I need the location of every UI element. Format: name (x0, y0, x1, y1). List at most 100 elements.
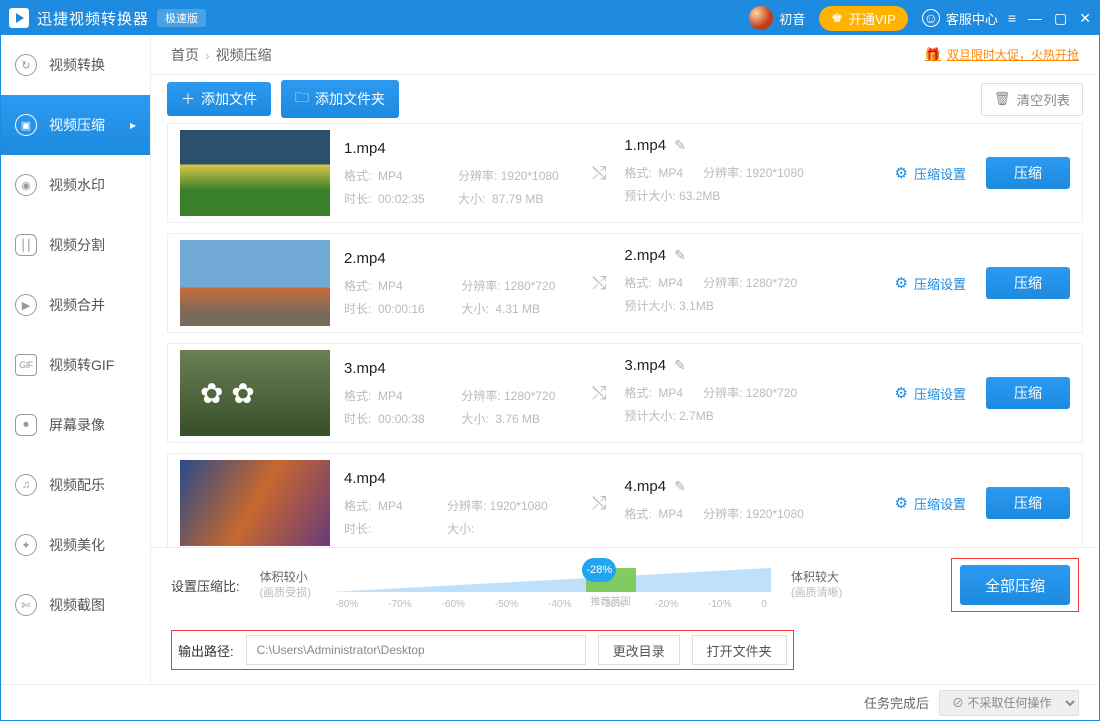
sidebar-item-2[interactable]: ◉视频水印 (1, 155, 150, 215)
ratio-label: 设置压缩比: (171, 576, 240, 595)
menu-icon[interactable]: ≡ (1008, 10, 1016, 27)
ratio-large-label: 体积较大(画质清晰) (791, 570, 842, 600)
sidebar-item-0[interactable]: ↻视频转换 (1, 35, 150, 95)
video-thumbnail[interactable] (180, 130, 330, 216)
sidebar-item-label: 视频合并 (49, 295, 105, 315)
app-logo-icon (9, 8, 29, 28)
clear-list-button[interactable]: 🗑 清空列表 (981, 83, 1083, 116)
video-thumbnail[interactable] (180, 240, 330, 326)
add-folder-button[interactable]: 🗀 添加文件夹 (281, 80, 399, 118)
plus-icon: ＋ (181, 89, 195, 109)
sidebar-item-7[interactable]: ♫视频配乐 (1, 455, 150, 515)
compress-button[interactable]: 压缩 (986, 487, 1070, 519)
sidebar-item-label: 视频转换 (49, 55, 105, 75)
sidebar-icon: ▣ (15, 114, 37, 136)
sidebar-icon: ▶ (15, 294, 37, 316)
support-button[interactable]: 客服中心 (922, 9, 998, 28)
sidebar-icon: GIF (15, 354, 37, 376)
titlebar: 迅捷视频转换器 极速版 初音 开通VIP 客服中心 ≡ — ▢ ✕ (1, 1, 1099, 35)
shuffle-icon[interactable]: ⤭ (592, 493, 606, 514)
trash-icon: 🗑 (994, 91, 1011, 107)
compress-button[interactable]: 压缩 (986, 157, 1070, 189)
sidebar-icon: ♫ (15, 474, 37, 496)
sidebar-item-label: 视频截图 (49, 595, 105, 615)
user-avatar[interactable] (749, 6, 773, 30)
compress-settings-link[interactable]: 压缩设置 (895, 384, 966, 403)
compress-all-button[interactable]: 全部压缩 (960, 565, 1070, 605)
crown-icon (831, 10, 843, 26)
shuffle-icon[interactable]: ⤭ (592, 383, 606, 404)
after-task-select[interactable]: ⊘ 不采取任何操作 (939, 690, 1079, 716)
gear-icon (895, 384, 908, 402)
sidebar-item-3[interactable]: ⎮⎮ 视频分割 (1, 215, 150, 275)
table-row: 1.mp4格式: MP4分辨率: 1920*1080时长: 00:02:35大小… (167, 123, 1083, 223)
chat-icon (922, 9, 940, 27)
open-folder-button[interactable]: 打开文件夹 (692, 635, 787, 665)
gear-icon (895, 274, 908, 292)
sidebar-icon: ◉ (15, 174, 37, 196)
sidebar-item-9[interactable]: ✄ 视频截图 (1, 575, 150, 635)
output-file-name: 3.mp4 (624, 357, 666, 374)
source-info: 1.mp4格式: MP4分辨率: 1920*1080时长: 00:02:35大小… (344, 140, 574, 207)
output-info: 4.mp4格式: MP4分辨率: 1920*1080 (624, 478, 844, 528)
compress-settings-link[interactable]: 压缩设置 (895, 274, 966, 293)
folder-icon: 🗀 (295, 87, 309, 111)
video-thumbnail[interactable] (180, 460, 330, 546)
slider-marker[interactable]: -28% (582, 558, 616, 582)
toolbar: ＋ 添加文件 🗀 添加文件夹 🗑 清空列表 (151, 75, 1099, 123)
edit-icon[interactable] (674, 478, 686, 495)
gear-icon (895, 494, 908, 512)
output-path-highlight: 输出路径: 更改目录 打开文件夹 (171, 630, 794, 670)
output-info: 1.mp4格式: MP4分辨率: 1920*1080预计大小: 63.2MB (624, 137, 844, 210)
after-task-label: 任务完成后 (864, 693, 929, 712)
sidebar: ↻视频转换▣视频压缩▸◉视频水印 ⎮⎮ 视频分割 ▶ 视频合并 GIF视频转GIF⏺屏幕录… (1, 35, 151, 684)
edit-icon[interactable] (674, 247, 686, 264)
compress-all-highlight: 全部压缩 (951, 558, 1079, 612)
vip-label: 开通VIP (849, 9, 896, 28)
output-path-label: 输出路径: (178, 641, 234, 660)
compress-settings-link[interactable]: 压缩设置 (895, 494, 966, 513)
maximize-icon[interactable]: ▢ (1054, 10, 1067, 27)
compress-button[interactable]: 压缩 (986, 267, 1070, 299)
vip-button[interactable]: 开通VIP (819, 6, 908, 31)
output-path-input[interactable] (246, 635, 586, 665)
file-name: 1.mp4 (344, 140, 574, 157)
file-name: 4.mp4 (344, 470, 574, 487)
minimize-icon[interactable]: — (1028, 10, 1042, 27)
breadcrumb-home[interactable]: 首页 (171, 45, 199, 65)
sidebar-icon: ✄ (15, 594, 37, 616)
compression-slider[interactable]: 推荐范围 -28% -80%-70%-60%-50%-40%-30%-20%-1… (331, 560, 771, 610)
app-title: 迅捷视频转换器 (37, 8, 149, 29)
sidebar-item-1[interactable]: ▣视频压缩▸ (1, 95, 150, 155)
edition-badge: 极速版 (157, 9, 206, 27)
user-name[interactable]: 初音 (779, 9, 805, 28)
promo-text: 双旦限时大促，火热开抢 (947, 46, 1079, 63)
file-name: 3.mp4 (344, 360, 574, 377)
compress-settings-link[interactable]: 压缩设置 (895, 164, 966, 183)
sidebar-item-label: 视频美化 (49, 535, 105, 555)
sidebar-item-8[interactable]: ✦视频美化 (1, 515, 150, 575)
chevron-right-icon: ▸ (130, 118, 136, 132)
shuffle-icon[interactable]: ⤭ (592, 273, 606, 294)
promo-link[interactable]: 双旦限时大促，火热开抢 (925, 46, 1079, 63)
shuffle-icon[interactable]: ⤭ (592, 163, 606, 184)
change-dir-button[interactable]: 更改目录 (598, 635, 680, 665)
source-info: 2.mp4格式: MP4分辨率: 1280*720时长: 00:00:16大小:… (344, 250, 574, 317)
output-info: 2.mp4格式: MP4分辨率: 1280*720预计大小: 3.1MB (624, 247, 844, 320)
add-file-button[interactable]: ＋ 添加文件 (167, 82, 271, 116)
compress-button[interactable]: 压缩 (986, 377, 1070, 409)
file-list: 1.mp4格式: MP4分辨率: 1920*1080时长: 00:02:35大小… (151, 123, 1099, 547)
sidebar-item-label: 屏幕录像 (49, 415, 105, 435)
edit-icon[interactable] (674, 357, 686, 374)
edit-icon[interactable] (674, 137, 686, 154)
output-file-name: 4.mp4 (624, 478, 666, 495)
support-label: 客服中心 (946, 9, 998, 28)
sidebar-item-label: 视频分割 (49, 235, 105, 255)
sidebar-item-5[interactable]: GIF视频转GIF (1, 335, 150, 395)
video-thumbnail[interactable] (180, 350, 330, 436)
chevron-right-icon: › (205, 47, 210, 63)
sidebar-item-4[interactable]: ▶ 视频合并 (1, 275, 150, 335)
close-icon[interactable]: ✕ (1079, 10, 1091, 27)
sidebar-icon: ⎮⎮ (15, 234, 37, 256)
sidebar-item-6[interactable]: ⏺屏幕录像 (1, 395, 150, 455)
